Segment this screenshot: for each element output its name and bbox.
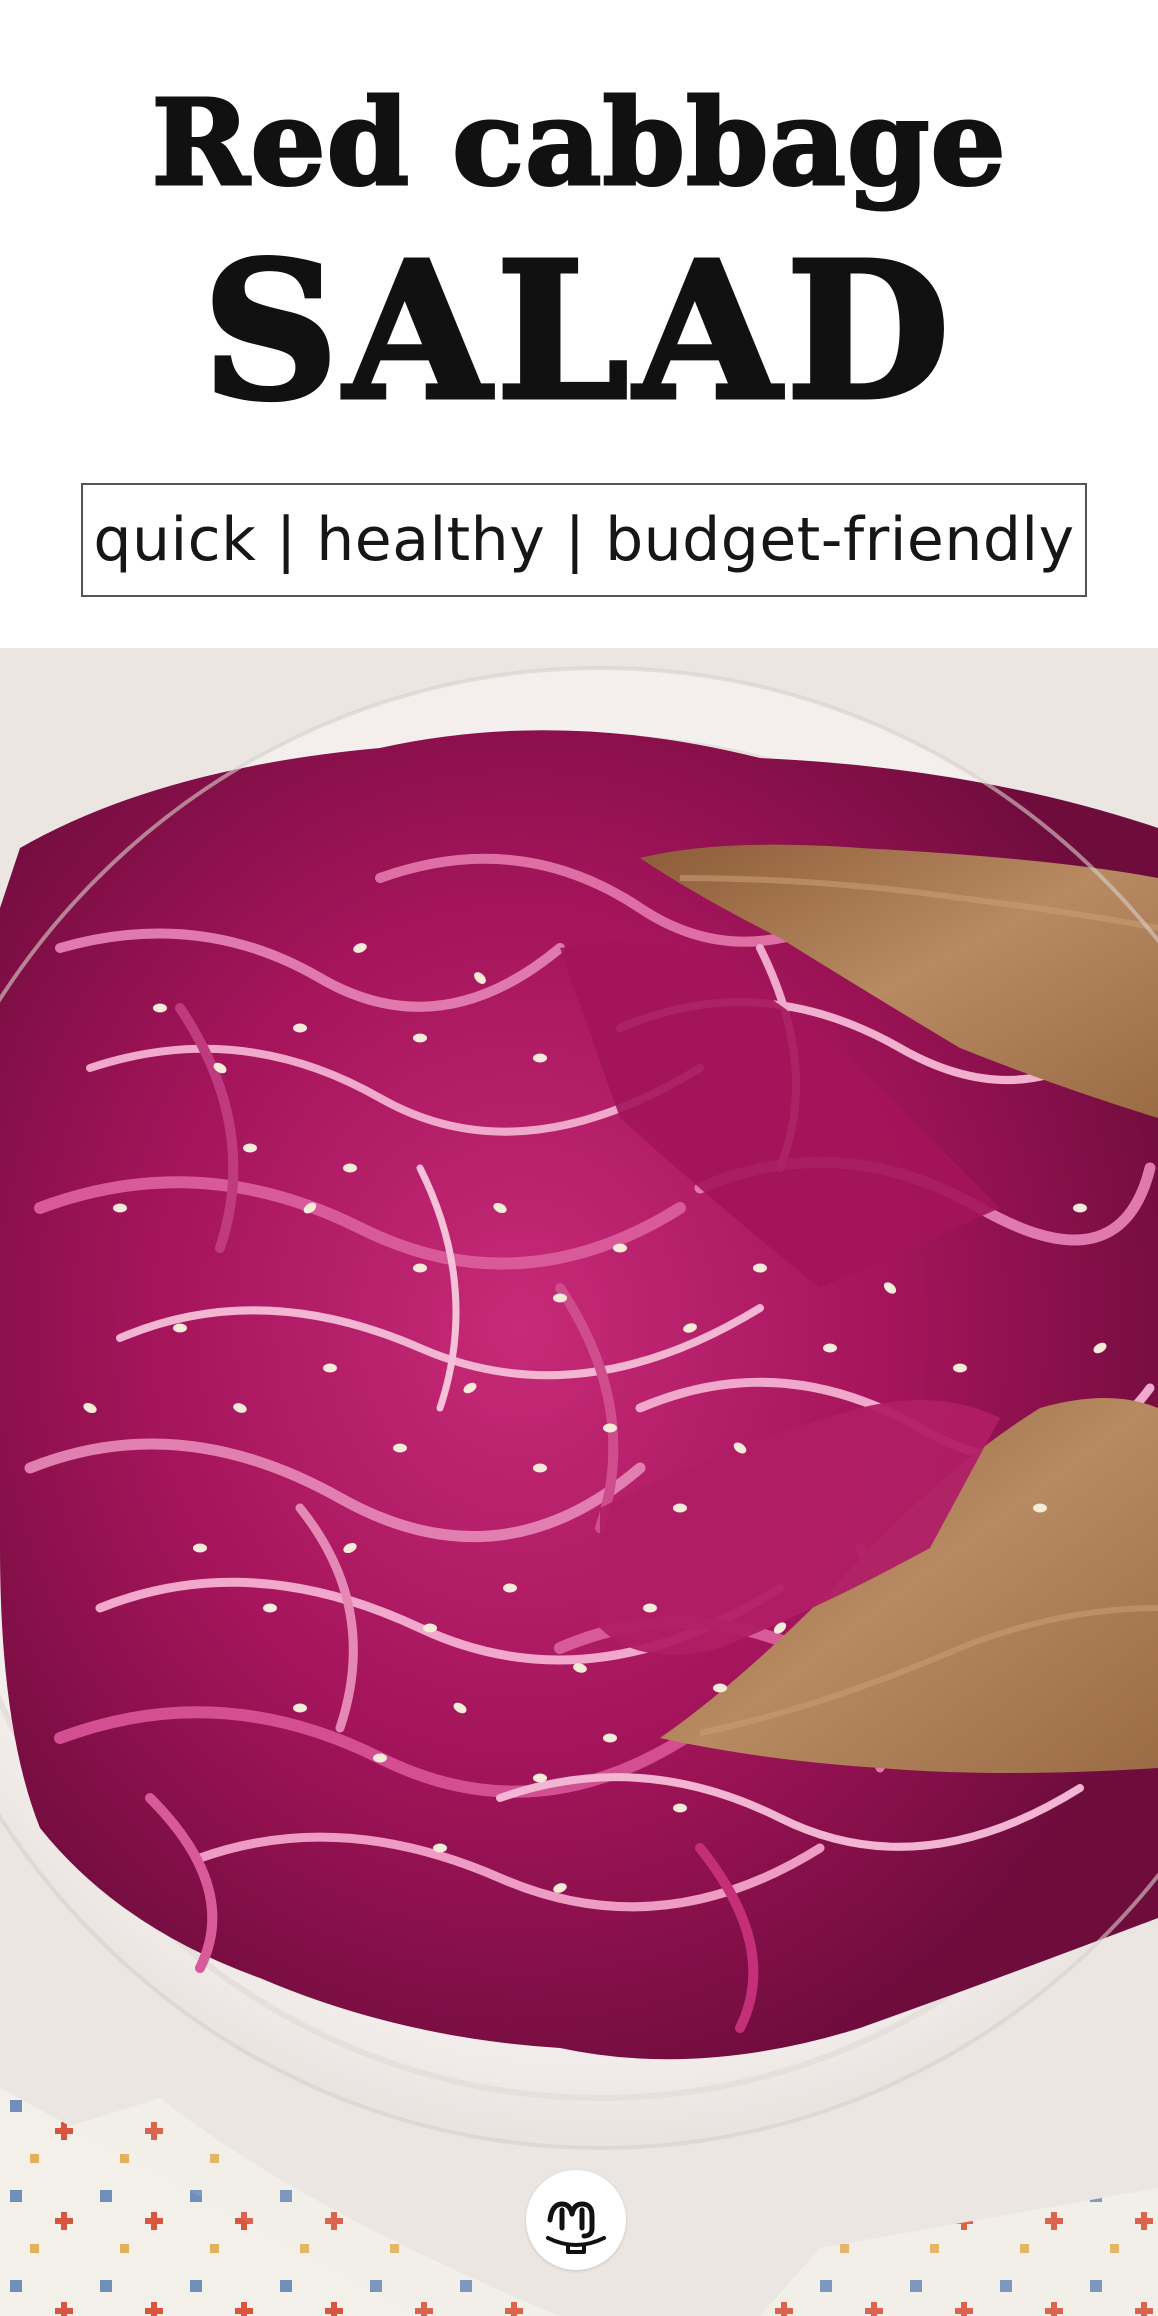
header: Red cabbage SALAD quick | healthy | budg…	[0, 0, 1158, 648]
title-line-1: Red cabbage	[150, 73, 1007, 212]
tagline-box: quick | healthy | budget-friendly	[81, 483, 1087, 597]
salad-illustration	[0, 648, 1158, 2316]
brand-logo-icon	[546, 2201, 606, 2254]
brand-logo	[526, 2170, 626, 2270]
title-line-2: SALAD	[200, 221, 956, 442]
recipe-pin: Red cabbage SALAD quick | healthy | budg…	[0, 0, 1158, 2316]
tagline: quick | healthy | budget-friendly	[93, 505, 1075, 575]
salad-photo	[0, 648, 1158, 2316]
